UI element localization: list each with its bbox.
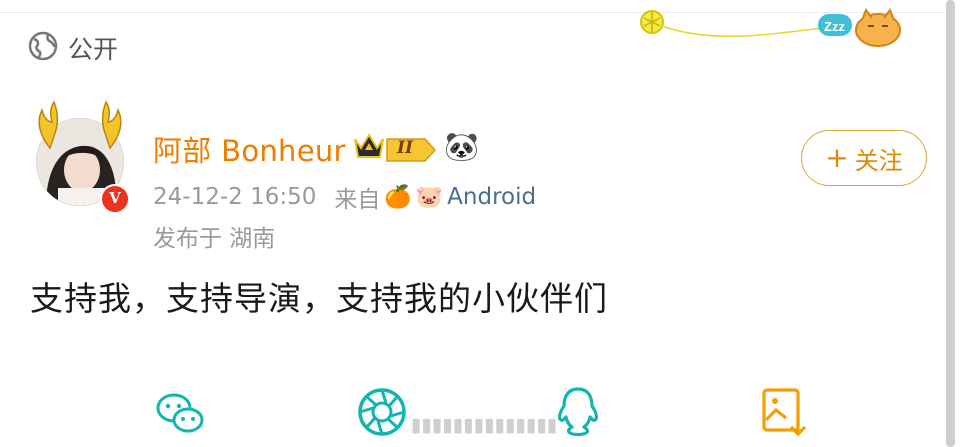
avatar[interactable]: V <box>28 100 132 218</box>
svg-text:Zzz: Zzz <box>824 19 845 34</box>
sleeping-cat-decoration-icon: Zzz <box>640 7 901 47</box>
moments-icon[interactable] <box>354 384 410 440</box>
from-label: 来自 <box>334 187 381 213</box>
visibility-indicator: 公开 <box>28 30 118 66</box>
save-image-icon[interactable] <box>756 384 812 440</box>
wechat-icon[interactable] <box>152 384 208 440</box>
username[interactable]: 阿部 Bonheur <box>153 128 346 170</box>
vip-level-badge: II <box>385 137 437 163</box>
post-text: 支持我，支持导演，支持我的小伙伴们 <box>30 279 608 318</box>
globe-icon <box>28 31 58 65</box>
follow-button[interactable]: + 关注 <box>801 130 927 186</box>
pig-emoji: 🐷 <box>415 184 444 210</box>
level-text: II <box>397 138 413 158</box>
plus-icon: + <box>825 141 849 174</box>
verified-badge-icon: V <box>100 184 130 214</box>
panda-emoji: 🐼 <box>444 130 479 163</box>
watermark-placeholder: ▮▮▮▮▮▮▮▮▮▮▮▮▮▮ <box>411 414 558 436</box>
post-time: 24-12-2 16:50 <box>153 184 317 210</box>
crown-icon <box>354 133 384 158</box>
post-location: 发布于 湖南 <box>153 226 276 252</box>
orange-emoji: 🍊 <box>384 184 412 210</box>
post-meta: 24-12-2 16:50 来自 🍊 🐷 Android <box>153 180 536 214</box>
antler-frame-icon <box>38 100 122 150</box>
scrollbar[interactable] <box>946 0 955 447</box>
visibility-label: 公开 <box>68 35 119 64</box>
follow-label: 关注 <box>854 146 903 175</box>
device-link[interactable]: Android <box>447 184 536 210</box>
qq-icon[interactable] <box>550 384 606 440</box>
